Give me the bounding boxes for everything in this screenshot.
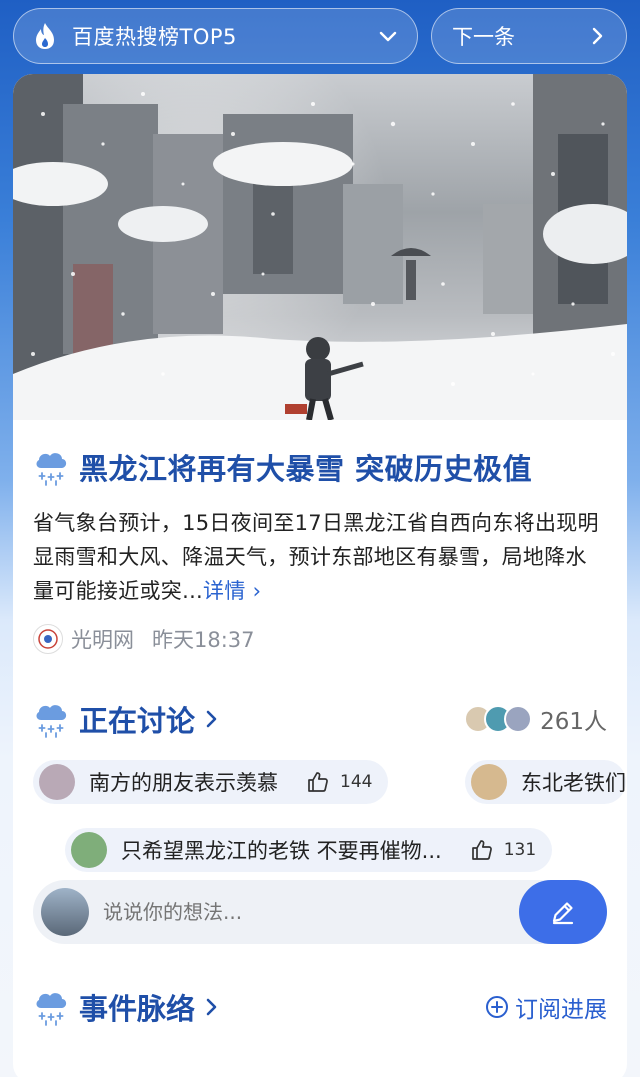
like-button[interactable]: 144	[306, 770, 372, 794]
discussion-title-link[interactable]: 正在讨论	[33, 698, 221, 740]
snowstorm-illustration	[13, 74, 627, 420]
plus-circle-icon	[486, 996, 508, 1018]
hot-search-dropdown[interactable]: 百度热搜榜TOP5	[13, 8, 418, 64]
hot-search-title: 百度热搜榜TOP5	[72, 25, 237, 49]
like-count: 144	[340, 772, 373, 792]
chevron-right-icon	[206, 710, 217, 728]
snow-cloud-icon	[36, 453, 67, 486]
comment-bubbles: 南方的朋友表示羡慕 144 东北老铁们 只希望黑龙江的老铁 不要再催物... 1…	[13, 760, 627, 880]
comment-text: 南方的朋友表示羡慕	[89, 771, 278, 795]
chevron-right-icon	[206, 998, 217, 1016]
write-comment-button[interactable]	[519, 880, 607, 944]
events-header: 事件脉络 订阅进展	[13, 986, 627, 1028]
chevron-right-icon	[592, 27, 603, 45]
details-link[interactable]: 详情 ›	[203, 579, 261, 603]
participant-avatars	[464, 705, 533, 733]
source-name: 光明网	[71, 628, 134, 652]
avatar	[504, 705, 533, 733]
comment-text: 只希望黑龙江的老铁 不要再催物...	[121, 839, 442, 863]
snow-cloud-icon	[36, 993, 67, 1026]
news-card: 黑龙江将再有大暴雪 突破历史极值 省气象台预计，15日夜间至17日黑龙江省自西向…	[13, 74, 627, 1077]
news-summary-text: 省气象台预计，15日夜间至17日黑龙江省自西向东将出现明显雨雪和大风、降温天气，…	[33, 511, 599, 603]
fire-icon	[36, 23, 54, 49]
source-row: 光明网 昨天18:37	[33, 624, 607, 654]
comment-bubble[interactable]: 南方的朋友表示羡慕 144	[33, 760, 389, 804]
avatar	[71, 832, 107, 868]
snowstorm-photo[interactable]	[13, 74, 627, 420]
news-body: 黑龙江将再有大暴雪 突破历史极值 省气象台预计，15日夜间至17日黑龙江省自西向…	[13, 420, 627, 654]
events-title-link[interactable]: 事件脉络	[33, 986, 221, 1028]
news-summary: 省气象台预计，15日夜间至17日黑龙江省自西向东将出现明显雨雪和大风、降温天气，…	[33, 506, 607, 608]
comment-bubble[interactable]: 只希望黑龙江的老铁 不要再催物... 131	[65, 828, 553, 872]
snow-cloud-icon	[36, 705, 67, 738]
comment-text: 东北老铁们	[521, 771, 626, 795]
like-button[interactable]: 131	[470, 838, 536, 862]
topbar: 百度热搜榜TOP5 下一条	[13, 8, 627, 64]
comment-bubble[interactable]: 东北老铁们	[465, 760, 626, 804]
thumbs-up-icon	[471, 840, 492, 860]
headline[interactable]: 黑龙江将再有大暴雪 突破历史极值	[79, 446, 532, 488]
subscribe-button[interactable]: 订阅进展	[485, 990, 607, 1024]
discussion-header: 正在讨论 261人	[13, 698, 627, 740]
participants[interactable]: 261人	[464, 702, 607, 736]
user-avatar	[41, 888, 89, 936]
thumbs-up-icon	[308, 772, 328, 792]
guangming-logo-icon	[38, 629, 58, 649]
next-item-label: 下一条	[452, 25, 515, 49]
avatar	[39, 764, 75, 800]
publish-time: 昨天18:37	[152, 628, 255, 652]
avatar	[471, 764, 507, 800]
headline-row[interactable]: 黑龙江将再有大暴雪 突破历史极值	[33, 446, 607, 488]
subscribe-label: 订阅进展	[515, 997, 607, 1023]
like-count: 131	[503, 840, 537, 860]
events-title: 事件脉络	[79, 992, 196, 1026]
participant-count: 261人	[540, 709, 607, 735]
discussion-title: 正在讨论	[79, 704, 196, 738]
comment-box	[33, 880, 607, 944]
next-item-button[interactable]: 下一条	[431, 8, 627, 64]
pencil-icon	[552, 902, 574, 925]
source-logo	[33, 624, 63, 654]
chevron-down-icon	[379, 31, 397, 42]
